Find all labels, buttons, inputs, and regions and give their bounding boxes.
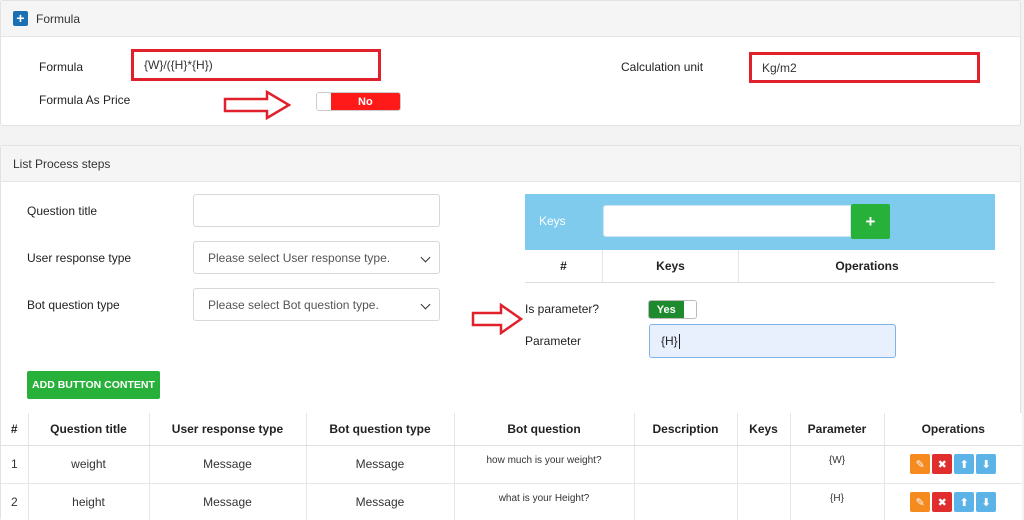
row-keys bbox=[737, 445, 791, 484]
row-parameter: {H} bbox=[790, 483, 885, 520]
question-title-input[interactable] bbox=[193, 194, 440, 227]
row-num: 1 bbox=[1, 445, 29, 484]
keys-table-header: # Keys Operations bbox=[525, 250, 995, 283]
formula-as-price-toggle[interactable]: No bbox=[316, 92, 401, 111]
toggle-state-no: No bbox=[330, 93, 400, 110]
col-operations: Operations bbox=[884, 413, 1022, 446]
keys-col-num: # bbox=[525, 250, 603, 282]
table-header-row: # Question title User response type Bot … bbox=[1, 413, 1022, 446]
user-response-type-placeholder: Please select User response type. bbox=[208, 250, 391, 265]
is-parameter-label: Is parameter? bbox=[525, 302, 600, 316]
process-steps-header: List Process steps bbox=[1, 146, 1020, 182]
calculation-unit-input[interactable]: Kg/m2 bbox=[749, 52, 980, 83]
formula-panel-header: + Formula bbox=[1, 1, 1020, 37]
row-bot-question-type: Message bbox=[306, 483, 455, 520]
user-response-type-label: User response type bbox=[27, 251, 132, 265]
formula-as-price-label: Formula As Price bbox=[39, 93, 131, 107]
calculation-unit-value: Kg/m2 bbox=[762, 60, 797, 75]
arrow-right-icon bbox=[471, 303, 523, 335]
keys-label: Keys bbox=[539, 214, 566, 228]
user-response-type-select[interactable]: Please select User response type. bbox=[193, 241, 440, 274]
row-keys bbox=[737, 483, 791, 520]
process-steps-table: # Question title User response type Bot … bbox=[1, 413, 1022, 520]
col-description: Description bbox=[634, 413, 738, 446]
arrow-right-icon bbox=[223, 90, 291, 120]
row-operations: ✎ ✖ ⬆ ⬇ bbox=[884, 445, 1022, 484]
row-operations: ✎ ✖ ⬆ ⬇ bbox=[884, 483, 1022, 520]
row-user-response-type: Message bbox=[149, 445, 307, 484]
add-key-button[interactable]: + bbox=[851, 204, 890, 239]
toggle-state-yes: Yes bbox=[649, 301, 684, 318]
keys-input[interactable] bbox=[603, 205, 851, 237]
pencil-icon[interactable]: ✎ bbox=[910, 454, 931, 474]
row-description bbox=[634, 445, 738, 484]
row-bot-question: what is your Height? bbox=[454, 483, 635, 520]
parameter-value: {H} bbox=[661, 334, 678, 348]
close-icon[interactable]: ✖ bbox=[932, 492, 953, 512]
pencil-icon[interactable]: ✎ bbox=[910, 492, 931, 512]
row-num: 2 bbox=[1, 483, 29, 520]
plus-icon[interactable]: + bbox=[13, 11, 28, 26]
bot-question-type-select[interactable]: Please select Bot question type. bbox=[193, 288, 440, 321]
col-bot-question-type: Bot question type bbox=[306, 413, 455, 446]
plus-icon: + bbox=[865, 211, 876, 231]
keys-col-operations: Operations bbox=[835, 259, 899, 273]
keys-col-keys: Keys bbox=[603, 250, 739, 282]
row-bot-question-type: Message bbox=[306, 445, 455, 484]
arrow-down-icon[interactable]: ⬇ bbox=[976, 454, 997, 474]
arrow-up-icon[interactable]: ⬆ bbox=[954, 454, 975, 474]
arrow-up-icon[interactable]: ⬆ bbox=[954, 492, 975, 512]
close-icon[interactable]: ✖ bbox=[932, 454, 953, 474]
table-row: 2 height Message Message what is your He… bbox=[1, 483, 1022, 520]
add-button-content-button[interactable]: ADD BUTTON CONTENT bbox=[27, 371, 160, 399]
bot-question-type-label: Bot question type bbox=[27, 298, 120, 312]
col-question-title: Question title bbox=[28, 413, 150, 446]
calculation-unit-label: Calculation unit bbox=[621, 60, 704, 74]
text-cursor bbox=[678, 333, 680, 349]
row-question-title: weight bbox=[28, 445, 150, 484]
row-user-response-type: Message bbox=[149, 483, 307, 520]
col-user-response-type: User response type bbox=[149, 413, 307, 446]
col-num: # bbox=[1, 413, 29, 446]
col-keys: Keys bbox=[737, 413, 791, 446]
formula-input[interactable]: {W}/({H}*{H}) bbox=[131, 49, 381, 81]
process-steps-title: List Process steps bbox=[13, 156, 111, 171]
row-description bbox=[634, 483, 738, 520]
col-bot-question: Bot question bbox=[454, 413, 635, 446]
parameter-input[interactable]: {H} bbox=[649, 324, 896, 358]
process-steps-panel: List Process steps Question title User r… bbox=[0, 145, 1022, 520]
row-question-title: height bbox=[28, 483, 150, 520]
bot-question-type-placeholder: Please select Bot question type. bbox=[208, 297, 379, 312]
arrow-down-icon[interactable]: ⬇ bbox=[976, 492, 997, 512]
table-row: 1 weight Message Message how much is you… bbox=[1, 445, 1022, 484]
formula-panel-title: Formula bbox=[36, 11, 81, 26]
col-parameter: Parameter bbox=[790, 413, 885, 446]
keys-box: Keys + bbox=[525, 194, 995, 250]
formula-panel: + Formula Formula {W}/({H}*{H}) Calculat… bbox=[0, 0, 1021, 126]
parameter-label: Parameter bbox=[525, 334, 582, 348]
row-bot-question: how much is your weight? bbox=[454, 445, 635, 484]
formula-label: Formula bbox=[39, 60, 84, 74]
is-parameter-toggle[interactable]: Yes bbox=[648, 300, 697, 319]
question-title-label: Question title bbox=[27, 204, 98, 218]
row-parameter: {W} bbox=[790, 445, 885, 484]
formula-input-value: {W}/({H}*{H}) bbox=[144, 58, 213, 72]
